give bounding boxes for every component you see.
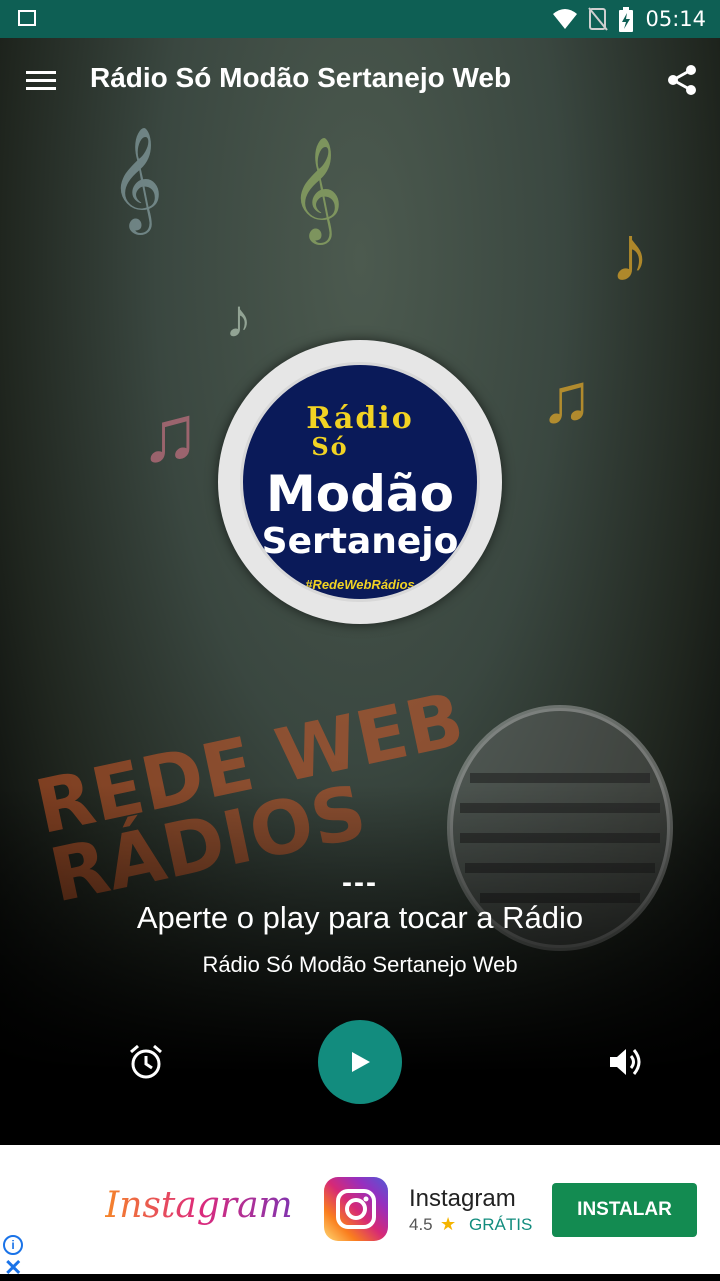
station-name: Rádio Só Modão Sertanejo Web <box>202 952 518 977</box>
music-note-icon: ♪ <box>225 289 252 349</box>
alarm-icon[interactable] <box>126 1042 166 1082</box>
treble-clef-icon: 𝄞 <box>290 139 344 239</box>
star-icon: ★ <box>440 1214 457 1234</box>
logo-line-radio: Rádio Só <box>243 401 477 461</box>
status-bar: 05:14 <box>0 0 720 38</box>
wifi-icon <box>553 9 577 29</box>
no-sim-icon <box>588 7 608 31</box>
instagram-app-icon[interactable] <box>324 1177 388 1241</box>
treble-clef-icon: 𝄞 <box>110 129 164 229</box>
play-button[interactable] <box>318 1020 402 1104</box>
status-icons <box>552 7 634 33</box>
page-title: Rádio Só Modão Sertanejo Web <box>90 62 512 93</box>
install-button[interactable]: INSTALAR <box>552 1183 697 1237</box>
share-icon[interactable] <box>664 62 700 98</box>
app-bar: Rádio Só Modão Sertanejo Web <box>0 38 720 124</box>
music-note-icon: ♪ <box>610 209 650 298</box>
bottom-edge <box>0 1274 720 1280</box>
play-icon <box>352 1052 370 1072</box>
music-notes-icon: ♫ <box>140 389 200 478</box>
ad-banner: Instagram Instagram 4.5 ★ GRÁTIS INSTALA… <box>0 1145 720 1280</box>
logo-hashtag: #RedeWebRádios <box>305 577 415 592</box>
station-logo-badge: Rádio Só Modão Sertanejo #RedeWebRádios <box>240 362 480 602</box>
ad-price: GRÁTIS <box>469 1215 533 1234</box>
image-icon <box>18 10 36 26</box>
menu-icon[interactable] <box>24 66 58 96</box>
battery-charging-icon <box>619 7 633 32</box>
ad-brand-logo[interactable]: Instagram <box>105 1185 293 1226</box>
logo-text-modao: Modão <box>266 465 454 523</box>
track-title: Aperte o play para tocar a Rádio <box>136 900 584 935</box>
music-notes-icon: ♫ <box>540 359 593 437</box>
camera-icon <box>336 1189 376 1229</box>
logo-text-so: Só <box>311 432 349 461</box>
ad-app-name[interactable]: Instagram <box>409 1185 516 1213</box>
logo-text-sertanejo: Sertanejo <box>261 521 459 562</box>
ad-rating: 4.5 <box>409 1215 433 1234</box>
station-logo: Rádio Só Modão Sertanejo #RedeWebRádios <box>218 340 502 624</box>
clock: 05:14 <box>645 7 706 31</box>
info-icon[interactable]: i <box>3 1235 23 1255</box>
track-placeholder: --- <box>342 866 378 899</box>
logo-text-radio: Rádio <box>306 401 414 436</box>
volume-icon[interactable] <box>606 1042 646 1082</box>
